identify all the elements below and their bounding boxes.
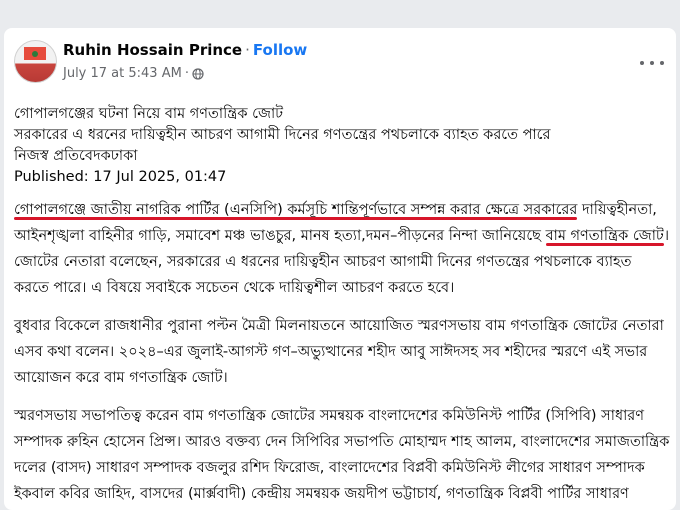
post-header: Ruhin Hossain Prince · Follow July 17 at 5…: [4, 28, 676, 96]
post-meta: July 17 at 5:43 AM ·: [63, 66, 204, 81]
underlined-text: গোপালগঞ্জে জাতীয় নাগরিক পার্টির (এনসিপি…: [14, 202, 578, 218]
underlined-text: বাম গণতান্ত্রিক জোট: [545, 228, 664, 244]
post-paragraph-1: গোপালগঞ্জে জাতীয় নাগরিক পার্টির (এনসিপি…: [14, 197, 670, 301]
post-timestamp[interactable]: July 17 at 5:43 AM: [63, 66, 182, 81]
intro-line: Published: 17 Jul 2025, 01:47: [14, 169, 227, 185]
post-card: Ruhin Hossain Prince · Follow July 17 at 5…: [4, 28, 676, 510]
avatar[interactable]: [14, 40, 57, 83]
post-intro: গোপালগঞ্জের ঘটনা নিয়ে বাম গণতান্ত্রিক জ…: [14, 104, 670, 188]
post-paragraph-2: বুধবার বিকেলে রাজধানীর পুরানা পল্টন মৈত্…: [14, 318, 664, 386]
post-body: গোপালগঞ্জের ঘটনা নিয়ে বাম গণতান্ত্রিক জ…: [14, 104, 670, 510]
follow-button[interactable]: Follow: [253, 41, 307, 59]
avatar-flag-emblem: [32, 51, 38, 57]
author-line: Ruhin Hossain Prince · Follow: [63, 41, 307, 59]
name-separator: ·: [245, 41, 250, 59]
intro-line: গোপালগঞ্জের ঘটনা নিয়ে বাম গণতান্ত্রিক জ…: [14, 106, 284, 122]
meta-separator: ·: [184, 66, 189, 81]
author-name[interactable]: Ruhin Hossain Prince: [63, 41, 242, 59]
globe-icon: [192, 67, 204, 80]
post-paragraph-3: স্মরণসভায় সভাপতিত্ব করেন বাম গণতান্ত্রি…: [14, 408, 670, 502]
intro-line: নিজস্ব প্রতিবেদকঢাকা: [14, 148, 138, 164]
more-options-icon[interactable]: [640, 56, 664, 70]
intro-line: সরকারের এ ধরনের দায়িত্বহীন আচরণ আগামী দ…: [14, 127, 551, 143]
